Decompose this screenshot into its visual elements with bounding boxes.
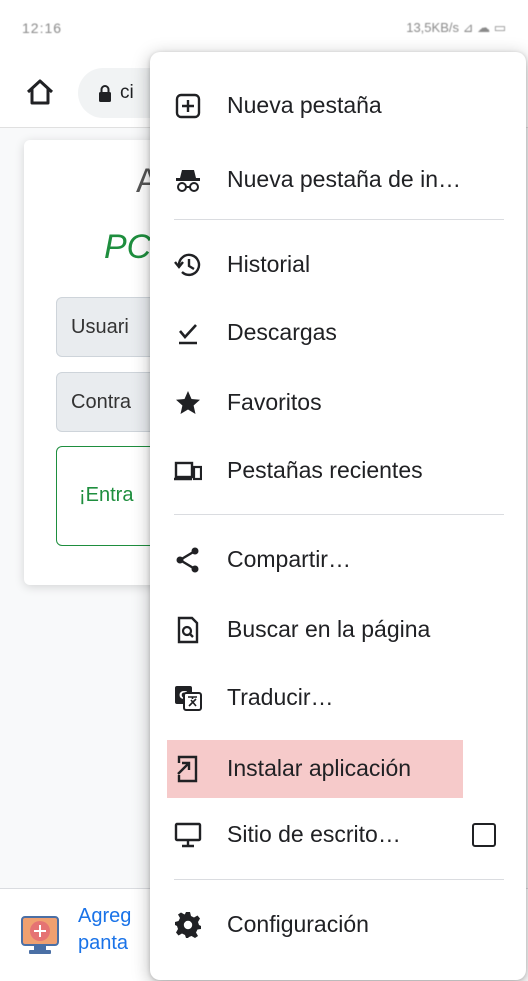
menu-item-downloads[interactable]: Descargas bbox=[150, 300, 526, 366]
menu-divider bbox=[174, 219, 504, 220]
home-icon bbox=[26, 79, 54, 105]
menu-item-label: Sitio de escrito… bbox=[227, 821, 401, 847]
menu-item-label: Compartir… bbox=[227, 546, 351, 572]
find-in-page-icon bbox=[177, 616, 199, 644]
username-placeholder: Usuari bbox=[71, 316, 129, 338]
menu-divider bbox=[174, 879, 504, 880]
translate-icon: G bbox=[175, 686, 202, 711]
banner-line-1: Agreg bbox=[78, 905, 132, 927]
status-time: 12:16 bbox=[22, 20, 63, 36]
menu-item-label: Historial bbox=[227, 251, 311, 277]
download-icon bbox=[179, 324, 197, 345]
desktop-site-checkbox[interactable] bbox=[472, 823, 496, 847]
menu-item-label: Nueva pestaña de in… bbox=[227, 166, 461, 192]
menu-item-label: Configuración bbox=[227, 911, 369, 937]
menu-item-install-app[interactable]: Instalar aplicación bbox=[150, 736, 526, 802]
app-logo-icon bbox=[21, 916, 59, 954]
page-subtitle: PC bbox=[104, 228, 152, 266]
lock-icon bbox=[99, 85, 111, 102]
menu-item-new-tab[interactable]: Nueva pestaña bbox=[150, 73, 526, 139]
menu-item-bookmarks[interactable]: Favoritos bbox=[150, 370, 526, 436]
menu-item-label: Traducir… bbox=[227, 684, 334, 710]
menu-item-label: Favoritos bbox=[227, 389, 322, 415]
recent-tabs-icon bbox=[174, 461, 202, 481]
menu-item-history[interactable]: Historial bbox=[150, 232, 526, 298]
history-icon bbox=[174, 253, 201, 277]
menu-item-label: Instalar aplicación bbox=[227, 755, 412, 781]
share-icon bbox=[176, 547, 199, 573]
menu-item-find-in-page[interactable]: Buscar en la página bbox=[150, 597, 526, 663]
banner-text: Agreg panta bbox=[78, 903, 131, 957]
gear-icon bbox=[175, 912, 201, 938]
enter-button-label: ¡Entra bbox=[79, 484, 134, 506]
menu-item-desktop-site[interactable]: Sitio de escrito… bbox=[150, 802, 526, 868]
menu-item-translate[interactable]: G Traducir… bbox=[150, 665, 526, 731]
password-placeholder: Contra bbox=[71, 391, 132, 413]
home-button[interactable] bbox=[20, 72, 60, 112]
banner-line-2: panta bbox=[78, 932, 129, 954]
menu-item-label: Nueva pestaña bbox=[227, 92, 382, 118]
overflow-menu: Nueva pestaña Nueva pestaña de in… Histo… bbox=[150, 52, 526, 980]
menu-item-label: Pestañas recientes bbox=[227, 457, 423, 483]
menu-item-label: Buscar en la página bbox=[227, 616, 431, 642]
url-text: ci bbox=[120, 82, 134, 103]
incognito-icon bbox=[176, 170, 200, 192]
menu-divider bbox=[174, 514, 504, 515]
menu-item-recent-tabs[interactable]: Pestañas recientes bbox=[150, 438, 526, 504]
star-icon bbox=[176, 391, 200, 414]
menu-item-share[interactable]: Compartir… bbox=[150, 527, 526, 593]
install-app-icon bbox=[177, 755, 198, 783]
status-bar: 12:16 13,5KB/s ⊿ ☁ ▭ bbox=[0, 0, 528, 58]
menu-item-label: Descargas bbox=[227, 319, 337, 345]
menu-item-settings[interactable]: Configuración bbox=[150, 892, 526, 958]
menu-item-incognito[interactable]: Nueva pestaña de in… bbox=[150, 147, 526, 213]
status-indicators: 13,5KB/s ⊿ ☁ ▭ bbox=[406, 20, 506, 35]
new-tab-icon bbox=[175, 93, 201, 119]
desktop-icon bbox=[174, 822, 202, 848]
